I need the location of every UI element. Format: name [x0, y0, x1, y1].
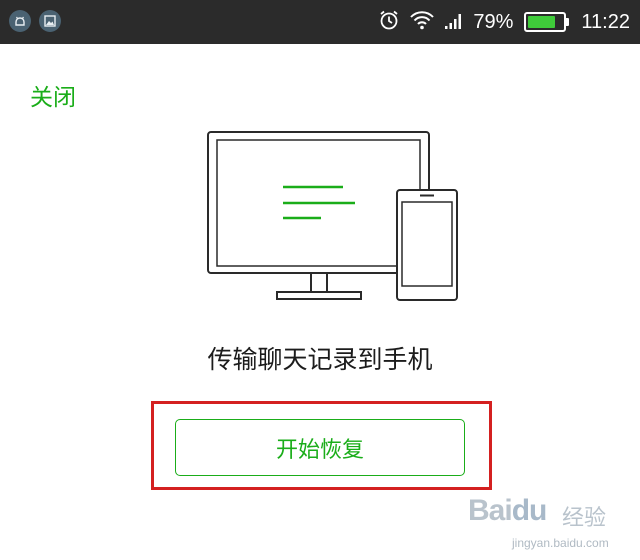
page-title: 传输聊天记录到手机 — [207, 345, 433, 374]
watermark-url: jingyan.baidu.com — [512, 536, 609, 550]
battery-percent: 79% — [473, 10, 514, 33]
computer-to-phone-icon — [205, 128, 465, 312]
battery-level — [528, 16, 556, 28]
clock: 11:22 — [581, 10, 630, 33]
battery-icon — [524, 12, 570, 32]
wifi-icon — [409, 9, 435, 35]
baidu-logo: Baidu — [468, 494, 547, 527]
baidu-jingyan-watermark: Baidu 经验 jingyan.baidu.com — [450, 488, 640, 560]
alarm-clock-icon — [378, 9, 400, 35]
cell-signal-icon — [444, 9, 464, 35]
close-button[interactable]: 关闭 — [30, 78, 76, 112]
image-icon — [39, 10, 61, 32]
android-head-icon — [9, 10, 31, 32]
start-restore-button[interactable]: 开始恢复 — [175, 419, 465, 476]
jingyan-label: 经验 — [562, 506, 607, 531]
status-bar: 79% 11:22 — [0, 0, 640, 44]
